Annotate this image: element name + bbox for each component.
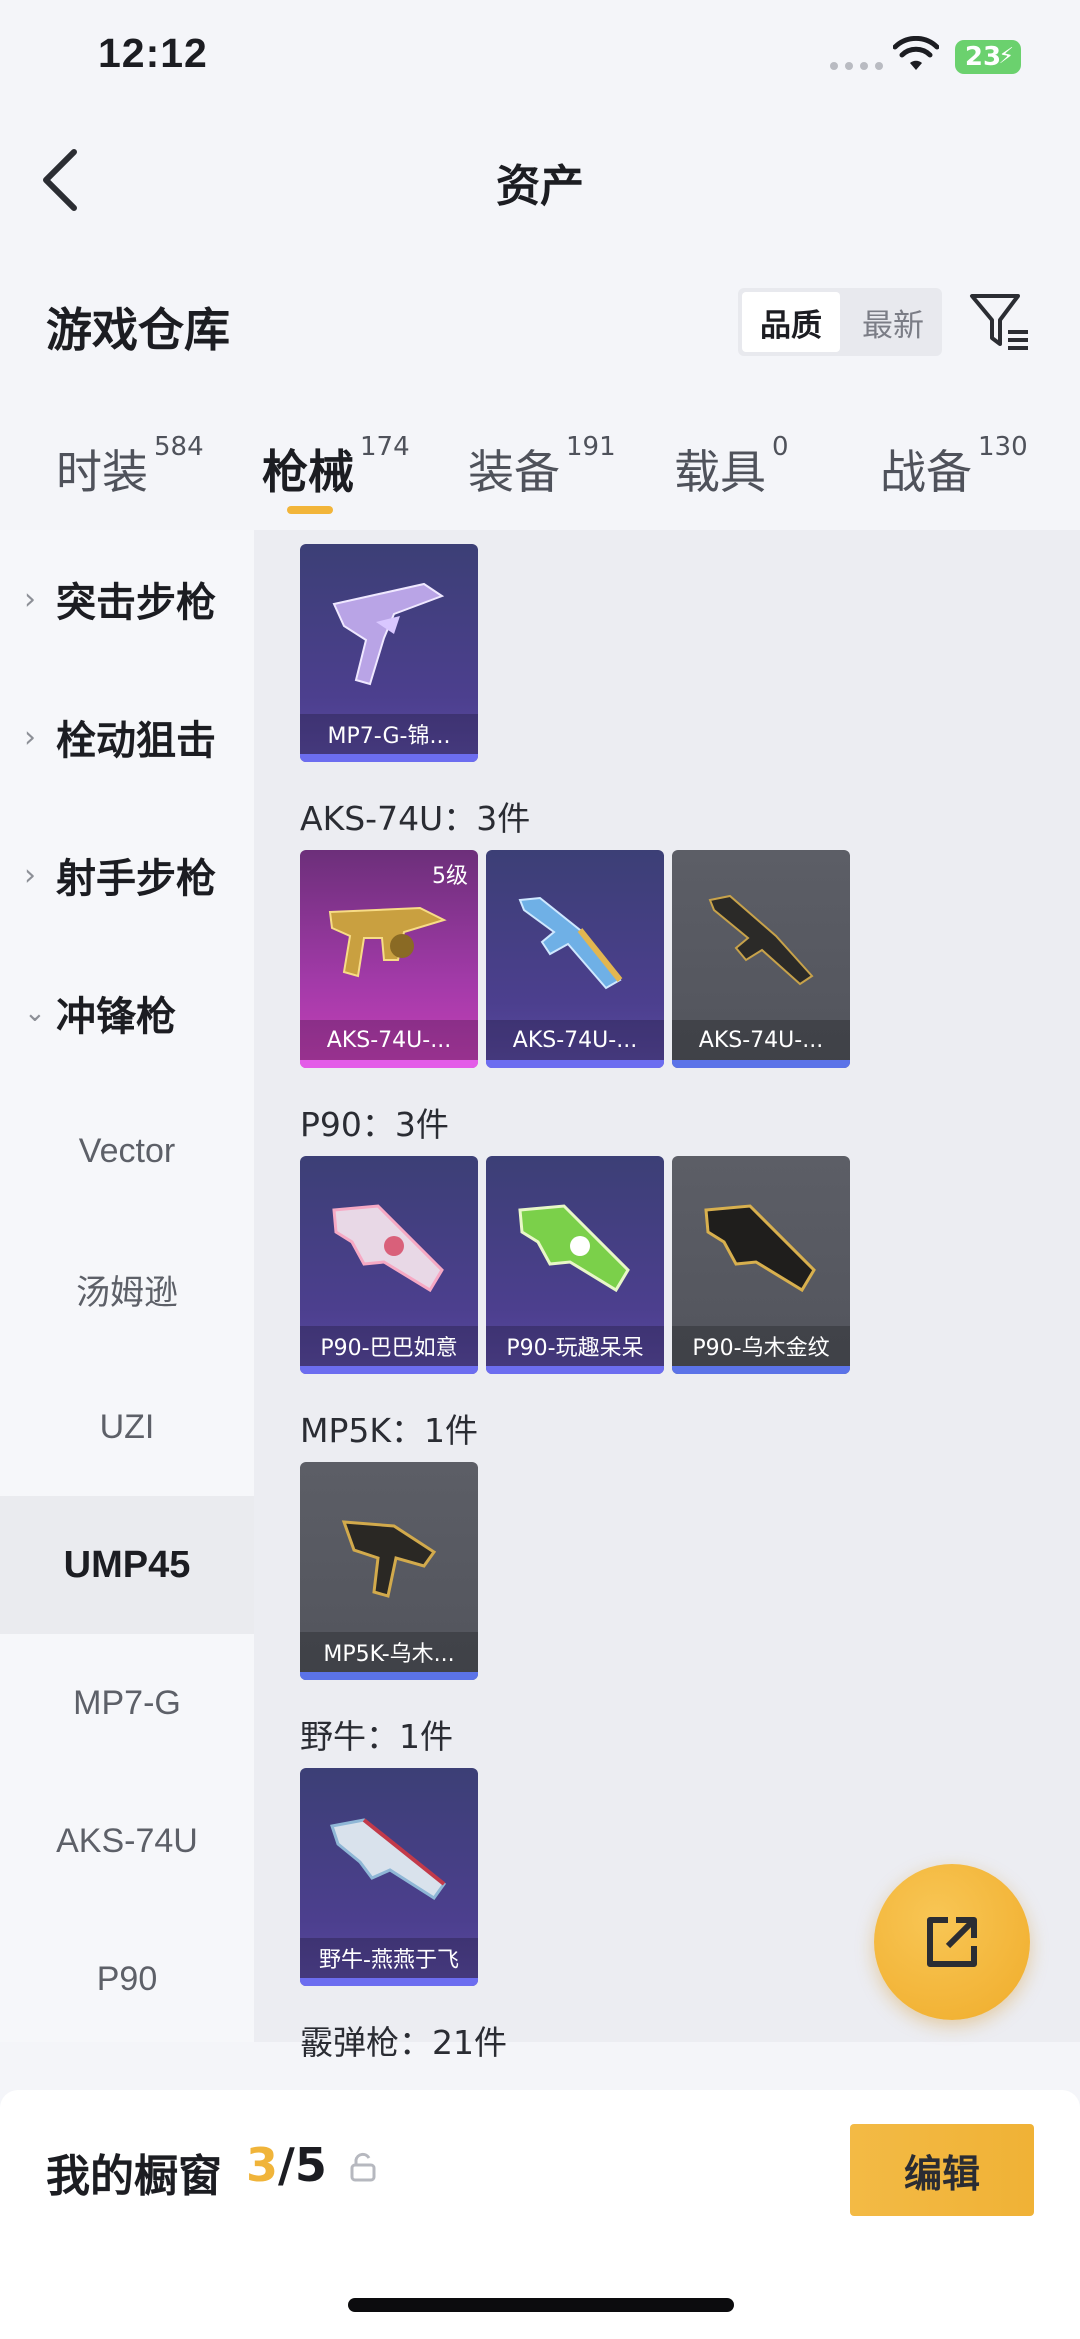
tab-fashion[interactable]: 时装 584 xyxy=(56,432,204,502)
weapon-card[interactable]: AKS-74U-... xyxy=(672,850,850,1068)
showcase-current: 3 xyxy=(246,2138,279,2192)
weapon-card[interactable]: P90-乌木金纹 xyxy=(672,1156,850,1374)
sidebar-item-uzi[interactable]: UZI xyxy=(0,1358,254,1496)
page-title: 资产 xyxy=(496,161,584,212)
sort-option-quality[interactable]: 品质 xyxy=(742,292,840,352)
signal-icon xyxy=(830,62,883,70)
chevron-down-icon: ⌄ xyxy=(24,998,46,1028)
chevron-right-icon: › xyxy=(24,581,36,617)
sort-toggle: 品质 最新 xyxy=(738,288,942,356)
showcase-label: 我的橱窗 xyxy=(46,2151,222,2202)
warehouse-title: 游戏仓库 xyxy=(46,303,230,357)
weapon-name: AKS-74U-... xyxy=(300,1020,478,1060)
sidebar-item-mp7g[interactable]: MP7-G xyxy=(0,1634,254,1772)
weapon-name: MP7-G-锦... xyxy=(300,714,478,754)
weapon-image xyxy=(332,1204,444,1293)
active-tab-indicator xyxy=(287,506,333,514)
weapon-name: AKS-74U-... xyxy=(486,1020,664,1060)
sidebar-group-smg[interactable]: ⌄ 冲锋枪 xyxy=(0,944,254,1082)
showcase-count: 3/5 xyxy=(246,2138,327,2192)
rarity-strip xyxy=(300,754,478,762)
section-title: MP5K：1件 xyxy=(300,1411,479,1450)
weapon-card[interactable]: 5级 AKS-74U-... xyxy=(300,850,478,1068)
sidebar: › 突击步枪 › 栓动狙击 › 射手步枪 ⌄ 冲锋枪 Vector 汤姆逊 UZ… xyxy=(0,530,254,2042)
rarity-strip xyxy=(672,1060,850,1068)
sidebar-group-label: 栓动狙击 xyxy=(56,718,216,764)
sidebar-group-label: 射手步枪 xyxy=(56,856,216,902)
sidebar-group-label: 突击步枪 xyxy=(56,580,216,626)
showcase-total: /5 xyxy=(278,2138,327,2192)
weapon-card[interactable]: AKS-74U-... xyxy=(486,850,664,1068)
sidebar-group-marksman[interactable]: › 射手步枪 xyxy=(0,806,254,944)
chevron-right-icon: › xyxy=(24,857,36,893)
sort-option-latest[interactable]: 最新 xyxy=(844,288,942,356)
section-title: P90：3件 xyxy=(300,1105,449,1144)
lock-icon[interactable] xyxy=(350,2152,376,2182)
sidebar-item-ump45[interactable]: UMP45 xyxy=(0,1496,254,1634)
status-time: 12:12 xyxy=(98,30,208,76)
tab-combat-gear[interactable]: 战备 130 xyxy=(880,432,1028,502)
weapon-name: P90-玩趣呆呆 xyxy=(486,1326,664,1366)
section-title: 霰弹枪：21件 xyxy=(300,2023,507,2062)
tab-firearms[interactable]: 枪械 174 xyxy=(262,432,410,502)
rarity-strip xyxy=(486,1060,664,1068)
weapon-card[interactable]: P90-巴巴如意 xyxy=(300,1156,478,1374)
section-title: AKS-74U：3件 xyxy=(300,799,531,838)
weapon-name: P90-乌木金纹 xyxy=(672,1326,850,1366)
weapon-image xyxy=(332,582,445,686)
weapon-card[interactable]: P90-玩趣呆呆 xyxy=(486,1156,664,1374)
weapon-image xyxy=(704,1204,816,1293)
weapon-name: 野牛-燕燕于飞 xyxy=(300,1938,478,1978)
sidebar-item-aks74u[interactable]: AKS-74U xyxy=(0,1772,254,1910)
rarity-strip xyxy=(300,1060,478,1068)
weapon-card[interactable]: MP5K-乌木... xyxy=(300,1462,478,1680)
rarity-strip xyxy=(300,1672,478,1680)
sidebar-group-assault-rifle[interactable]: › 突击步枪 xyxy=(0,530,254,668)
weapon-card[interactable]: MP7-G-锦... xyxy=(300,544,478,762)
home-indicator[interactable] xyxy=(348,2298,734,2312)
battery-indicator: 23 ⚡ xyxy=(955,40,1021,74)
wifi-icon xyxy=(893,36,939,70)
weapon-name: AKS-74U-... xyxy=(672,1020,850,1060)
rarity-strip xyxy=(672,1366,850,1374)
rarity-strip xyxy=(486,1366,664,1374)
edit-button[interactable]: 编辑 xyxy=(850,2124,1034,2216)
filter-icon[interactable] xyxy=(966,288,1032,354)
sidebar-item-vector[interactable]: Vector xyxy=(0,1082,254,1220)
weapon-image xyxy=(518,896,623,990)
section-title: 野牛：1件 xyxy=(300,1717,453,1756)
tab-equipment[interactable]: 装备 191 xyxy=(468,432,616,502)
weapon-name: P90-巴巴如意 xyxy=(300,1326,478,1366)
rarity-strip xyxy=(300,1366,478,1374)
weapon-name: MP5K-乌木... xyxy=(300,1632,478,1672)
sidebar-item-p90[interactable]: P90 xyxy=(0,1910,254,2048)
weapon-image xyxy=(330,1818,447,1901)
weapon-image xyxy=(328,906,447,978)
sidebar-group-bolt-sniper[interactable]: › 栓动狙击 xyxy=(0,668,254,806)
sidebar-group-label: 冲锋枪 xyxy=(56,994,176,1040)
weapon-list: MP7-G-锦... AKS-74U：3件 5级 AKS-74U-... AKS… xyxy=(254,530,1080,2062)
weapon-card[interactable]: 野牛-燕燕于飞 xyxy=(300,1768,478,1986)
share-icon xyxy=(927,1917,977,1967)
sidebar-item-thompson[interactable]: 汤姆逊 xyxy=(0,1220,254,1358)
battery-level: 23 xyxy=(964,42,1002,72)
charging-icon: ⚡ xyxy=(998,44,1014,69)
weapon-image xyxy=(341,1520,437,1598)
weapon-image xyxy=(708,894,814,986)
tab-vehicles[interactable]: 载具 0 xyxy=(674,432,789,502)
chevron-right-icon: › xyxy=(24,719,36,755)
rarity-strip xyxy=(300,1978,478,1986)
share-button[interactable] xyxy=(874,1864,1030,2020)
weapon-image xyxy=(518,1204,630,1293)
